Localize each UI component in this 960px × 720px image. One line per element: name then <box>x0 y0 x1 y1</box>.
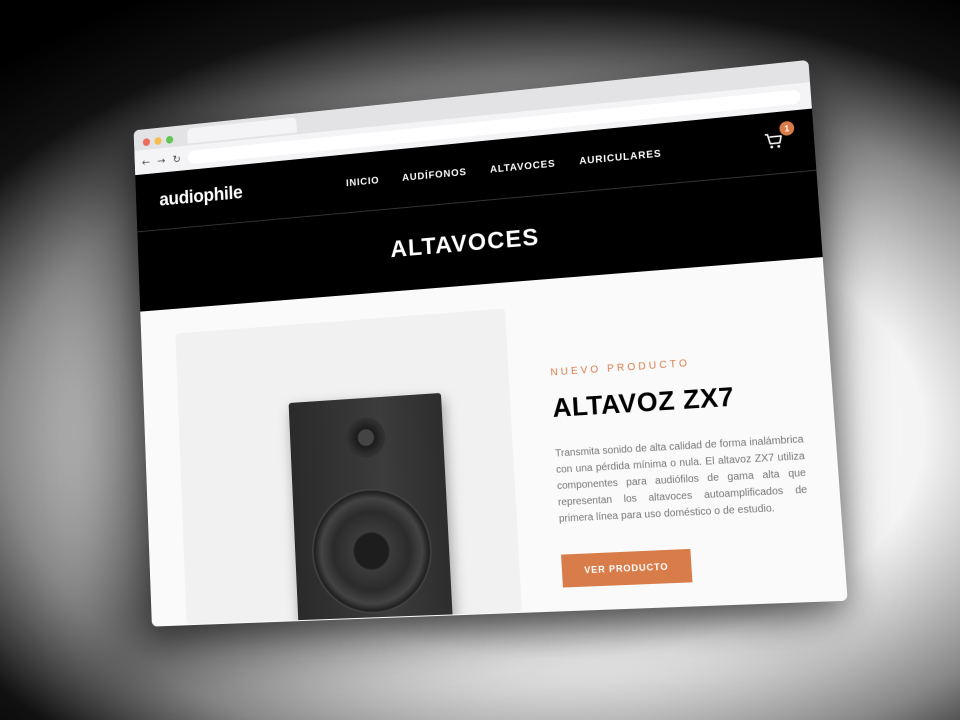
traffic-lights <box>142 135 174 147</box>
nav-link-auriculares[interactable]: AURICULARES <box>579 149 662 168</box>
speaker-tweeter <box>345 416 387 459</box>
speaker-woofer <box>309 485 435 616</box>
cart-count-badge: 1 <box>778 120 795 137</box>
cart-button[interactable]: 1 <box>763 120 795 154</box>
main-nav: INICIO AUDÍFONOS ALTAVOCES AURICULARES <box>346 149 662 190</box>
product-description: Transmita sonido de alta calidad de form… <box>554 433 808 525</box>
close-window-button[interactable] <box>142 138 151 147</box>
nav-link-altavoces[interactable]: ALTAVOCES <box>490 159 556 176</box>
product-info: NUEVO PRODUCTO ALTAVOZ ZX7 Transmita son… <box>550 351 813 588</box>
zoom-window-button[interactable] <box>165 135 174 144</box>
browser-window: ← → ↻ audiophile INICIO AUDÍFONOS ALTAVO… <box>133 59 848 627</box>
page-title: ALTAVOCES <box>389 223 541 264</box>
product-overline: NUEVO PRODUCTO <box>550 357 691 379</box>
product-image <box>175 308 522 625</box>
site-logo[interactable]: audiophile <box>159 183 243 212</box>
product-name: ALTAVOZ ZX7 <box>551 380 736 424</box>
minimize-window-button[interactable] <box>154 136 162 146</box>
speaker-cabinet <box>288 392 454 625</box>
back-arrow-icon[interactable]: ← <box>142 155 151 168</box>
view-product-button[interactable]: VER PRODUCTO <box>561 548 693 588</box>
nav-link-audifonos[interactable]: AUDÍFONOS <box>402 167 467 184</box>
product-section: NUEVO PRODUCTO ALTAVOZ ZX7 Transmita son… <box>140 257 848 627</box>
reload-icon[interactable]: ↻ <box>172 152 181 165</box>
nav-link-inicio[interactable]: INICIO <box>346 175 380 189</box>
forward-arrow-icon[interactable]: → <box>157 154 166 167</box>
